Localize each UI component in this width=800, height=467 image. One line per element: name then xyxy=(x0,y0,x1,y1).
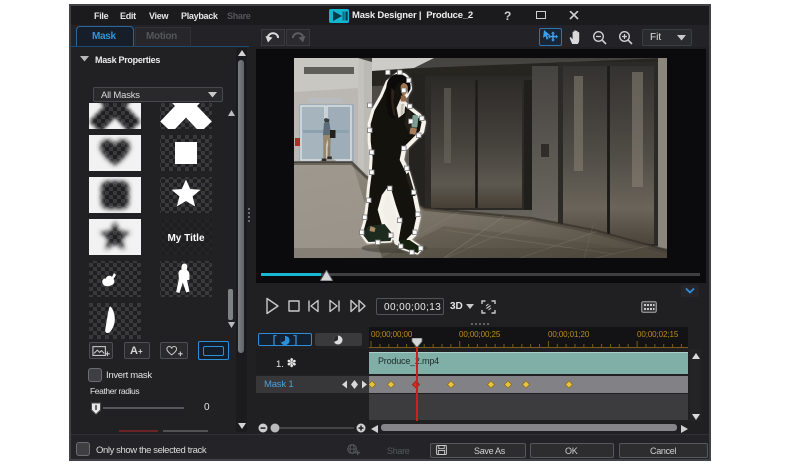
svg-text:My Title: My Title xyxy=(167,233,204,244)
